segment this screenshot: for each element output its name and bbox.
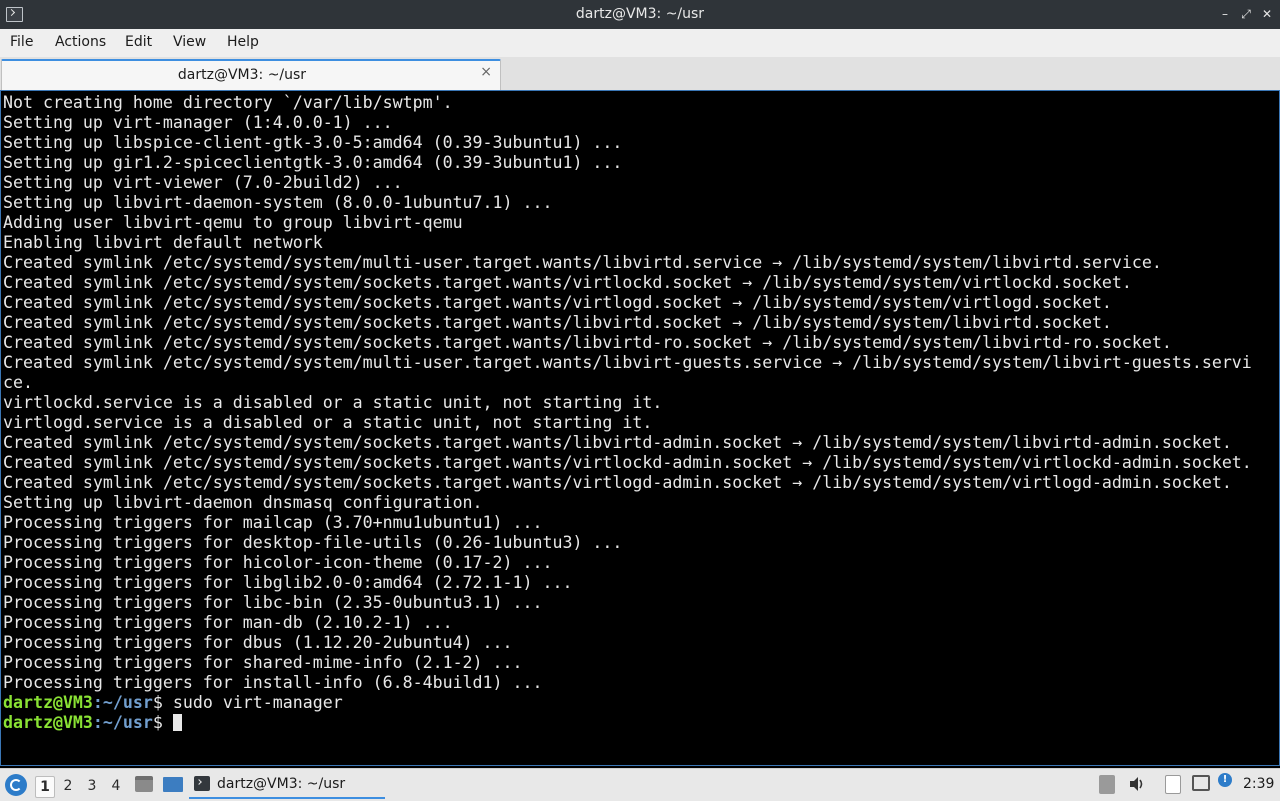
terminal-line: Processing triggers for desktop-file-uti…: [3, 533, 623, 552]
prompt-symbol: $: [152, 693, 163, 712]
workspace-3[interactable]: 3: [83, 776, 101, 796]
terminal-line: ce.: [3, 373, 33, 392]
terminal-line: Created symlink /etc/systemd/system/sock…: [3, 453, 1252, 472]
show-desktop-icon[interactable]: [163, 777, 183, 792]
terminal-line: Created symlink /etc/systemd/system/mult…: [3, 353, 1252, 372]
prompt-user: dartz@VM3: [3, 693, 93, 712]
document-icon[interactable]: [1099, 775, 1115, 794]
workspace-4[interactable]: 4: [107, 776, 125, 796]
prompt-command: sudo virt-manager: [162, 693, 343, 712]
terminal-line: Setting up virt-manager (1:4.0.0-1) ...: [3, 113, 393, 132]
terminal-lines: Not creating home directory `/var/lib/sw…: [3, 93, 1252, 733]
minimize-button[interactable]: –: [1217, 6, 1233, 22]
terminal-line: Setting up libvirt-daemon dnsmasq config…: [3, 493, 483, 512]
prompt-command: [163, 713, 173, 732]
prompt-path: :~/usr: [92, 713, 153, 732]
menu-bar: File Actions Edit View Help: [0, 29, 1280, 57]
taskbar: 1 2 3 4 dartz@VM3: ~/usr ! 2:39: [0, 768, 1280, 801]
update-notification-icon[interactable]: !: [1218, 773, 1232, 787]
menu-actions[interactable]: Actions: [55, 34, 106, 50]
file-manager-icon[interactable]: [135, 776, 153, 792]
volume-icon[interactable]: [1128, 775, 1146, 793]
clock[interactable]: 2:39: [1243, 776, 1274, 792]
terminal-line: Setting up libspice-client-gtk-3.0-5:amd…: [3, 133, 623, 152]
prompt-path: :~/usr: [92, 693, 153, 712]
maximize-button[interactable]: ⤢: [1238, 6, 1254, 22]
terminal-line: Created symlink /etc/systemd/system/mult…: [3, 253, 1162, 272]
terminal-line: virtlogd.service is a disabled or a stat…: [3, 413, 653, 432]
text-cursor: [172, 714, 182, 731]
clipboard-icon[interactable]: [1165, 775, 1181, 794]
terminal-line: Setting up libvirt-daemon-system (8.0.0-…: [3, 193, 553, 212]
terminal-line: Setting up gir1.2-spiceclientgtk-3.0:amd…: [3, 153, 623, 172]
terminal-line: Processing triggers for dbus (1.12.20-2u…: [3, 633, 513, 652]
tab-close-icon[interactable]: ×: [480, 64, 492, 80]
window-titlebar[interactable]: dartz@VM3: ~/usr – ⤢ ✕: [0, 0, 1280, 30]
terminal-line: Processing triggers for mailcap (3.70+nm…: [3, 513, 543, 532]
terminal-line: Created symlink /etc/systemd/system/sock…: [3, 293, 1112, 312]
terminal-line: Created symlink /etc/systemd/system/sock…: [3, 273, 1132, 292]
network-icon[interactable]: [1192, 775, 1210, 791]
menu-help[interactable]: Help: [227, 34, 259, 50]
task-label: dartz@VM3: ~/usr: [217, 776, 346, 792]
terminal-task-icon: [194, 776, 210, 791]
menu-view[interactable]: View: [173, 34, 206, 50]
tab-label: dartz@VM3: ~/usr: [177, 67, 307, 83]
terminal-line: Processing triggers for hicolor-icon-the…: [3, 553, 553, 572]
menu-file[interactable]: File: [10, 34, 33, 50]
tab-terminal[interactable]: dartz@VM3: ~/usr ×: [1, 59, 501, 91]
terminal-line: Processing triggers for libc-bin (2.35-0…: [3, 593, 543, 612]
terminal-line: Setting up virt-viewer (7.0-2build2) ...: [3, 173, 403, 192]
terminal-line: Adding user libvirt-qemu to group libvir…: [3, 213, 463, 232]
terminal-line: Created symlink /etc/systemd/system/sock…: [3, 433, 1232, 452]
terminal-line: Processing triggers for install-info (6.…: [3, 673, 543, 692]
terminal-line: Processing triggers for libglib2.0-0:amd…: [3, 573, 573, 592]
terminal-output[interactable]: Not creating home directory `/var/lib/sw…: [0, 90, 1280, 766]
menu-edit[interactable]: Edit: [125, 34, 152, 50]
prompt-line: dartz@VM3:~/usr$ sudo virt-manager: [3, 693, 1252, 713]
terminal-line: virtlockd.service is a disabled or a sta…: [3, 393, 663, 412]
terminal-line: Created symlink /etc/systemd/system/sock…: [3, 333, 1172, 352]
terminal-line: Processing triggers for shared-mime-info…: [3, 653, 523, 672]
taskbar-task-terminal[interactable]: dartz@VM3: ~/usr: [189, 771, 385, 799]
terminal-line: Processing triggers for man-db (2.10.2-1…: [3, 613, 453, 632]
workspace-1[interactable]: 1: [35, 776, 55, 798]
terminal-line: Created symlink /etc/systemd/system/sock…: [3, 473, 1232, 492]
workspace-2[interactable]: 2: [59, 776, 77, 796]
terminal-line: Not creating home directory `/var/lib/sw…: [3, 93, 453, 112]
tab-bar: dartz@VM3: ~/usr ×: [0, 57, 1280, 91]
close-button[interactable]: ✕: [1259, 6, 1275, 22]
start-menu-icon[interactable]: [5, 774, 27, 796]
prompt-symbol: $: [152, 713, 163, 732]
terminal-line: Enabling libvirt default network: [3, 233, 323, 252]
terminal-line: Created symlink /etc/systemd/system/sock…: [3, 313, 1112, 332]
prompt-user: dartz@VM3: [3, 713, 93, 732]
window-title: dartz@VM3: ~/usr: [575, 6, 705, 22]
prompt-line-current[interactable]: dartz@VM3:~/usr$: [3, 713, 1252, 733]
